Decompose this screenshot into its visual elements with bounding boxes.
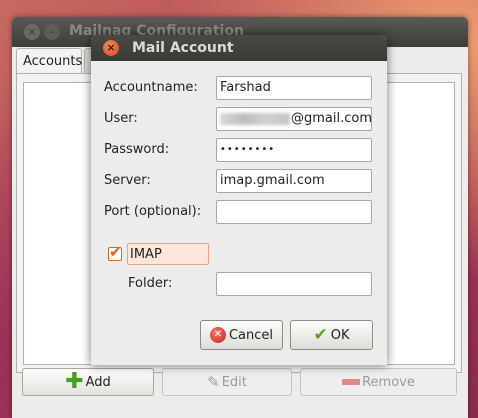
ok-button[interactable]: ✔ OK bbox=[290, 320, 373, 350]
checkmark-icon: ✔ bbox=[109, 243, 122, 261]
edit-button-label: Edit bbox=[221, 374, 247, 390]
accountname-field[interactable]: Farshad bbox=[216, 76, 372, 100]
user-field[interactable]: @gmail.com bbox=[216, 107, 372, 131]
port-label: Port (optional): bbox=[104, 204, 202, 219]
dialog-title: Mail Account bbox=[132, 40, 234, 56]
add-button-label: Add bbox=[85, 374, 111, 390]
imap-checkbox[interactable]: ✔ bbox=[108, 243, 122, 261]
folder-label: Folder: bbox=[128, 276, 173, 291]
cancel-button-label: Cancel bbox=[228, 327, 274, 343]
remove-button-label: Remove bbox=[362, 374, 415, 390]
server-field[interactable]: imap.gmail.com bbox=[216, 169, 372, 193]
port-field[interactable] bbox=[216, 200, 372, 224]
password-field[interactable]: •••••••• bbox=[216, 138, 372, 162]
cancel-icon: ✕ bbox=[209, 327, 226, 343]
dialog-close-icon[interactable]: × bbox=[103, 40, 119, 56]
close-icon[interactable]: × bbox=[24, 24, 40, 40]
remove-button[interactable]: Remove bbox=[300, 368, 457, 396]
imap-checkbox-row[interactable]: ✔ IMAP bbox=[108, 243, 209, 265]
user-domain: @gmail.com bbox=[291, 111, 372, 126]
password-row: Password: •••••••• bbox=[104, 138, 374, 162]
remove-icon bbox=[342, 379, 361, 385]
add-icon: ✚ bbox=[65, 369, 84, 394]
folder-row: Folder: bbox=[104, 272, 374, 296]
add-button[interactable]: ✚ Add bbox=[22, 368, 154, 396]
cancel-button[interactable]: ✕ Cancel bbox=[200, 320, 283, 350]
port-row: Port (optional): bbox=[104, 200, 374, 224]
server-row: Server: imap.gmail.com bbox=[104, 169, 374, 193]
folder-field[interactable] bbox=[216, 272, 372, 296]
user-row: User: @gmail.com bbox=[104, 107, 374, 131]
ok-icon: ✔ bbox=[313, 325, 328, 345]
tab-accounts[interactable]: Accounts bbox=[16, 48, 82, 74]
imap-label[interactable]: IMAP bbox=[127, 243, 209, 265]
user-label: User: bbox=[104, 111, 138, 126]
redacted-username bbox=[220, 112, 290, 125]
accountname-row: Accountname: Farshad bbox=[104, 76, 374, 100]
accountname-label: Accountname: bbox=[104, 80, 198, 95]
password-label: Password: bbox=[104, 142, 170, 157]
mail-account-dialog: × Mail Account Accountname: Farshad User… bbox=[91, 35, 387, 365]
edit-icon: ✎ bbox=[207, 373, 220, 391]
edit-button[interactable]: ✎ Edit bbox=[162, 368, 292, 396]
dialog-titlebar: × Mail Account bbox=[91, 35, 387, 61]
minimize-icon[interactable]: – bbox=[44, 24, 60, 40]
server-label: Server: bbox=[104, 173, 151, 188]
ok-button-label: OK bbox=[330, 327, 350, 343]
